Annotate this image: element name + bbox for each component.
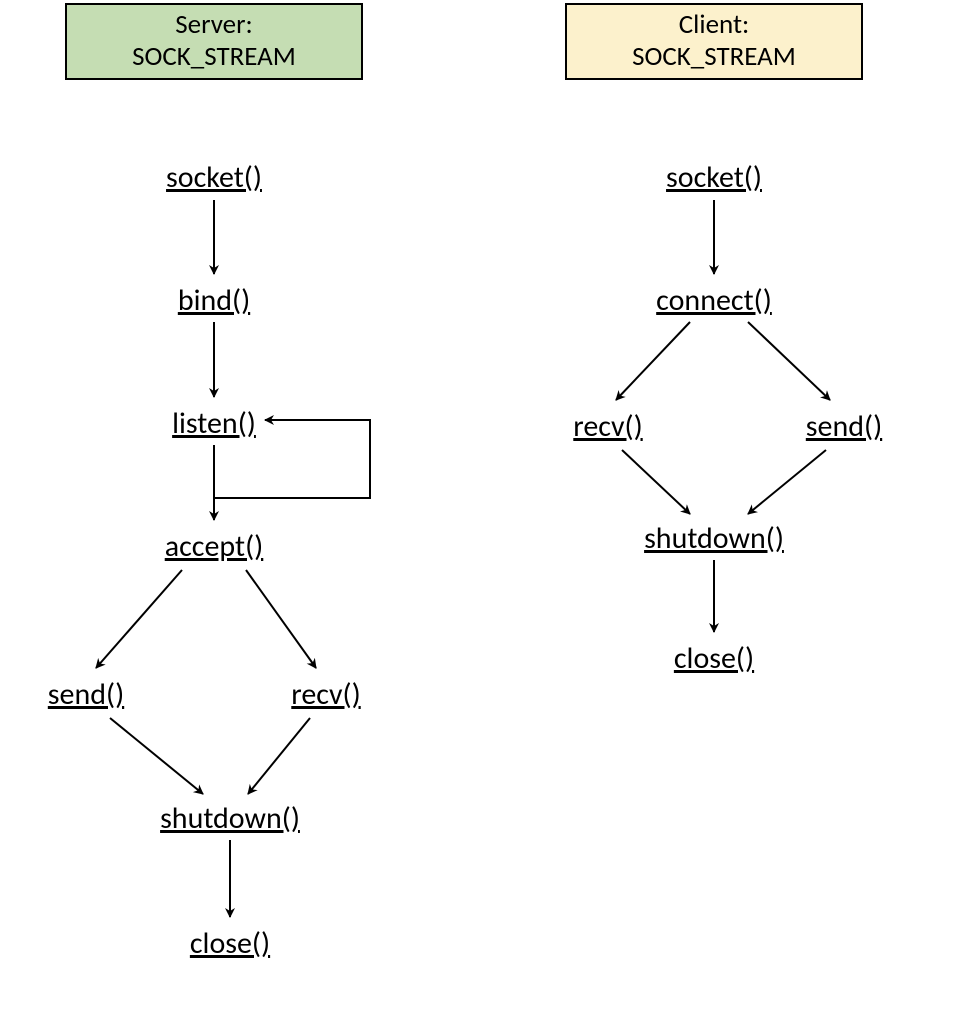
server-recv-node: recv() [291,676,360,713]
server-listen-node: listen() [172,405,256,442]
client-send-node: send() [806,408,882,445]
client-header-box: Client: SOCK_STREAM [565,3,863,80]
client-connect-node: connect() [656,282,772,319]
client-header-line1: Client: [575,9,853,41]
client-header-line2: SOCK_STREAM [575,41,853,73]
client-recv-node: recv() [573,408,642,445]
server-accept-node: accept() [165,528,264,565]
client-close-node: close() [674,640,754,677]
client-socket-node: socket() [666,159,762,196]
server-close-node: close() [190,925,270,962]
server-shutdown-node: shutdown() [160,800,300,837]
server-socket-node: socket() [166,159,262,196]
server-header-line2: SOCK_STREAM [75,41,353,73]
server-send-node: send() [48,676,124,713]
client-shutdown-node: shutdown() [644,520,784,557]
server-header-line1: Server: [75,9,353,41]
server-header-box: Server: SOCK_STREAM [65,3,363,80]
flow-arrows [0,0,965,1013]
server-bind-node: bind() [178,282,250,319]
